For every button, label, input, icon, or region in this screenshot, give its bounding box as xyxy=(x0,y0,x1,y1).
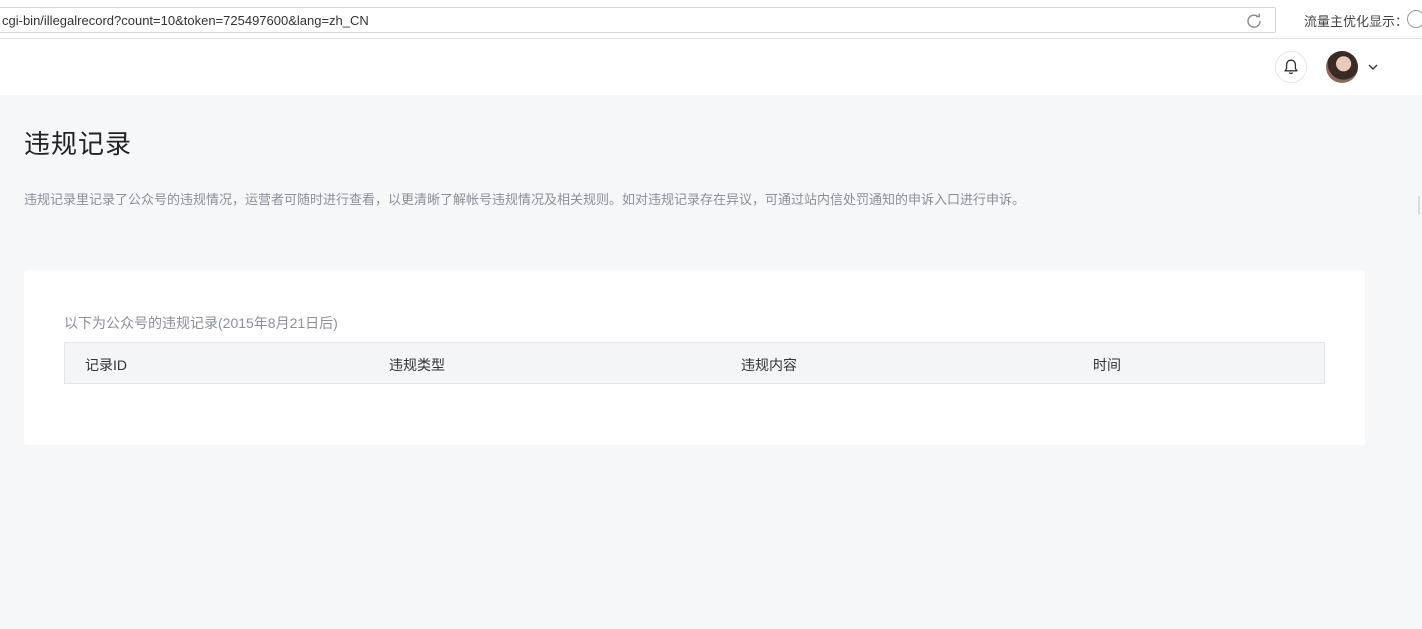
address-bar[interactable]: cgi-bin/illegalrecord?count=10&token=725… xyxy=(0,7,1276,33)
scrollbar[interactable] xyxy=(1418,196,1420,214)
avatar[interactable] xyxy=(1326,51,1358,83)
records-table-header: 记录ID 违规类型 违规内容 时间 xyxy=(64,342,1325,384)
top-navigation xyxy=(0,39,1422,95)
bell-icon[interactable] xyxy=(1275,51,1307,83)
extension-label: 流量主优化显示： xyxy=(1304,14,1409,29)
chevron-down-icon[interactable] xyxy=(1366,60,1380,74)
records-card: 以下为公众号的违规记录(2015年8月21日后) 记录ID 违规类型 违规内容 … xyxy=(24,270,1365,445)
address-url[interactable]: cgi-bin/illegalrecord?count=10&token=725… xyxy=(2,13,369,28)
extension-toggle-icon[interactable] xyxy=(1407,10,1422,28)
page-title: 违规记录 xyxy=(24,129,133,159)
records-subtitle: 以下为公众号的违规记录(2015年8月21日后) xyxy=(64,315,338,331)
column-header-violation-content: 违规内容 xyxy=(741,357,797,373)
column-header-time: 时间 xyxy=(1093,357,1121,373)
browser-toolbar: cgi-bin/illegalrecord?count=10&token=725… xyxy=(0,0,1422,39)
column-header-record-id: 记录ID xyxy=(85,357,127,373)
reload-icon[interactable] xyxy=(1245,12,1263,30)
page-description: 违规记录里记录了公众号的违规情况，运营者可随时进行查看，以更清晰了解帐号违规情况… xyxy=(24,192,1026,207)
column-header-violation-type: 违规类型 xyxy=(389,357,445,373)
